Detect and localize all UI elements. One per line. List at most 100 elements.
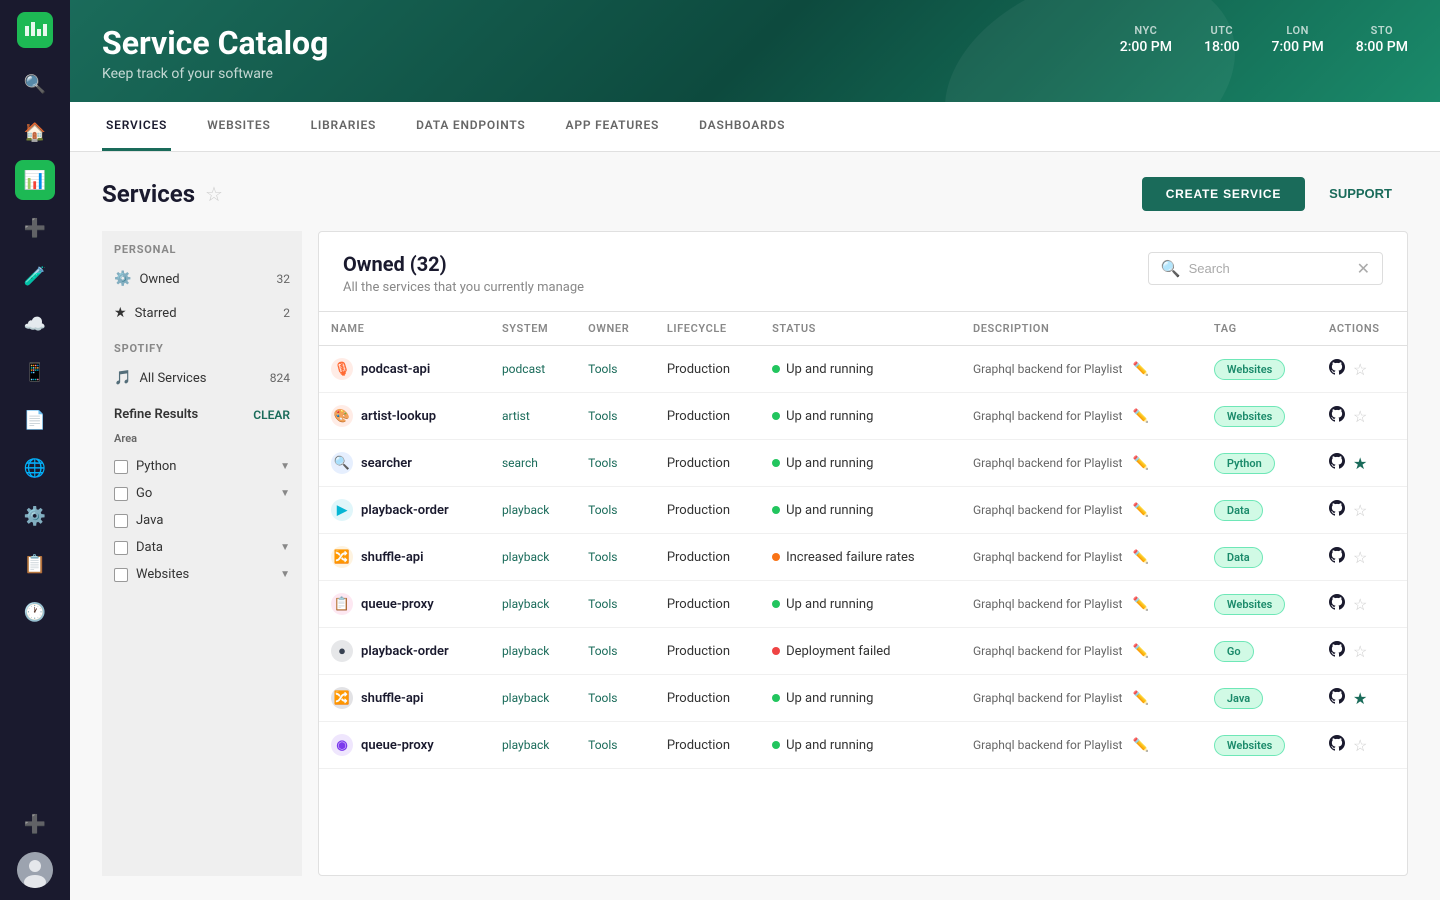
nav-all-services[interactable]: 🎵 All Services 824 (102, 361, 302, 395)
sidebar-lab[interactable]: 🧪 (15, 256, 55, 296)
service-name-link[interactable]: 🎙 podcast-api (331, 358, 478, 380)
sidebar-search[interactable]: 🔍 (15, 64, 55, 104)
owner-link[interactable]: Tools (588, 362, 617, 376)
star-toggle[interactable]: ☆ (1353, 407, 1367, 426)
owner-link[interactable]: Tools (588, 597, 617, 611)
system-link[interactable]: search (502, 456, 538, 470)
service-name-link[interactable]: ● playback-order (331, 640, 478, 662)
filter-go[interactable]: Go ▼ (114, 480, 290, 507)
cell-lifecycle: Production (655, 581, 760, 628)
service-name-link[interactable]: 🔀 shuffle-api (331, 546, 478, 568)
star-toggle[interactable]: ☆ (1353, 736, 1367, 755)
github-icon[interactable] (1329, 547, 1345, 567)
sidebar-globe[interactable]: 🌐 (15, 448, 55, 488)
sidebar-settings[interactable]: ⚙️ (15, 496, 55, 536)
filter-websites[interactable]: Websites ▼ (114, 561, 290, 588)
system-link[interactable]: playback (502, 503, 549, 517)
sidebar-history[interactable]: 🕐 (15, 592, 55, 632)
star-toggle[interactable]: ☆ (1353, 548, 1367, 567)
owner-link[interactable]: Tools (588, 738, 617, 752)
github-icon[interactable] (1329, 500, 1345, 520)
sidebar-cloud[interactable]: ☁️ (15, 304, 55, 344)
cell-tag: Websites (1202, 393, 1317, 440)
create-service-button[interactable]: CREATE SERVICE (1142, 177, 1305, 211)
search-input[interactable] (1189, 261, 1349, 276)
service-icon: 🎨 (331, 405, 353, 427)
user-avatar[interactable] (17, 852, 53, 888)
sidebar-catalog[interactable]: 📊 (15, 160, 55, 200)
star-toggle[interactable]: ☆ (1353, 642, 1367, 661)
system-link[interactable]: playback (502, 738, 549, 752)
edit-description-icon[interactable]: ✏️ (1132, 456, 1148, 471)
sidebar-mobile[interactable]: 📱 (15, 352, 55, 392)
service-name-link[interactable]: ◉ queue-proxy (331, 734, 478, 756)
owner-link[interactable]: Tools (588, 691, 617, 705)
filter-python[interactable]: Python ▼ (114, 453, 290, 480)
edit-description-icon[interactable]: ✏️ (1132, 691, 1148, 706)
filter-data[interactable]: Data ▼ (114, 534, 290, 561)
clear-button[interactable]: CLEAR (253, 408, 290, 422)
system-link[interactable]: artist (502, 409, 530, 423)
websites-checkbox[interactable] (114, 568, 128, 582)
service-name-link[interactable]: 🔍 searcher (331, 452, 478, 474)
github-icon[interactable] (1329, 594, 1345, 614)
tab-app-features[interactable]: APP FEATURES (562, 102, 664, 151)
sidebar-table[interactable]: 📋 (15, 544, 55, 584)
star-toggle[interactable]: ★ (1353, 689, 1367, 708)
system-link[interactable]: playback (502, 644, 549, 658)
sidebar-add[interactable]: ➕ (15, 208, 55, 248)
service-name-link[interactable]: 🔀 shuffle-api (331, 687, 478, 709)
data-checkbox[interactable] (114, 541, 128, 555)
app-logo[interactable] (17, 12, 53, 48)
title-star-icon[interactable]: ☆ (205, 182, 223, 206)
edit-description-icon[interactable]: ✏️ (1132, 362, 1148, 377)
system-link[interactable]: playback (502, 691, 549, 705)
star-toggle[interactable]: ☆ (1353, 595, 1367, 614)
owner-link[interactable]: Tools (588, 550, 617, 564)
python-checkbox[interactable] (114, 460, 128, 474)
owner-link[interactable]: Tools (588, 409, 617, 423)
cell-name: 🔀 shuffle-api (319, 534, 490, 581)
search-clear-icon[interactable]: ✕ (1357, 259, 1370, 278)
github-icon[interactable] (1329, 735, 1345, 755)
github-icon[interactable] (1329, 688, 1345, 708)
spotify-section-label: SPOTIFY (102, 330, 302, 361)
owner-link[interactable]: Tools (588, 503, 617, 517)
go-checkbox[interactable] (114, 487, 128, 501)
java-checkbox[interactable] (114, 514, 128, 528)
cell-tag: Go (1202, 628, 1317, 675)
edit-description-icon[interactable]: ✏️ (1132, 644, 1148, 659)
star-toggle[interactable]: ☆ (1353, 360, 1367, 379)
edit-description-icon[interactable]: ✏️ (1132, 597, 1148, 612)
owner-link[interactable]: Tools (588, 644, 617, 658)
github-icon[interactable] (1329, 406, 1345, 426)
system-link[interactable]: playback (502, 550, 549, 564)
sidebar-plus[interactable]: ➕ (15, 804, 55, 844)
edit-description-icon[interactable]: ✏️ (1132, 409, 1148, 424)
sidebar-home[interactable]: 🏠 (15, 112, 55, 152)
edit-description-icon[interactable]: ✏️ (1132, 738, 1148, 753)
support-button[interactable]: SUPPORT (1313, 176, 1408, 211)
tab-data-endpoints[interactable]: DATA ENDPOINTS (412, 102, 529, 151)
service-name-link[interactable]: 🎨 artist-lookup (331, 405, 478, 427)
github-icon[interactable] (1329, 641, 1345, 661)
github-icon[interactable] (1329, 359, 1345, 379)
sidebar-docs[interactable]: 📄 (15, 400, 55, 440)
service-name-link[interactable]: 📋 queue-proxy (331, 593, 478, 615)
edit-description-icon[interactable]: ✏️ (1132, 550, 1148, 565)
system-link[interactable]: playback (502, 597, 549, 611)
tab-websites[interactable]: WEBSITES (203, 102, 274, 151)
tab-libraries[interactable]: LIBRARIES (307, 102, 381, 151)
nav-owned[interactable]: ⚙️ Owned 32 (102, 262, 302, 296)
filter-java[interactable]: Java (114, 507, 290, 534)
github-icon[interactable] (1329, 453, 1345, 473)
system-link[interactable]: podcast (502, 362, 545, 376)
owner-link[interactable]: Tools (588, 456, 617, 470)
edit-description-icon[interactable]: ✏️ (1132, 503, 1148, 518)
nav-starred[interactable]: ★ Starred 2 (102, 296, 302, 330)
star-toggle[interactable]: ★ (1353, 454, 1367, 473)
tab-dashboards[interactable]: DASHBOARDS (695, 102, 789, 151)
tab-services[interactable]: SERVICES (102, 102, 171, 151)
service-name-link[interactable]: ▶ playback-order (331, 499, 478, 521)
star-toggle[interactable]: ☆ (1353, 501, 1367, 520)
